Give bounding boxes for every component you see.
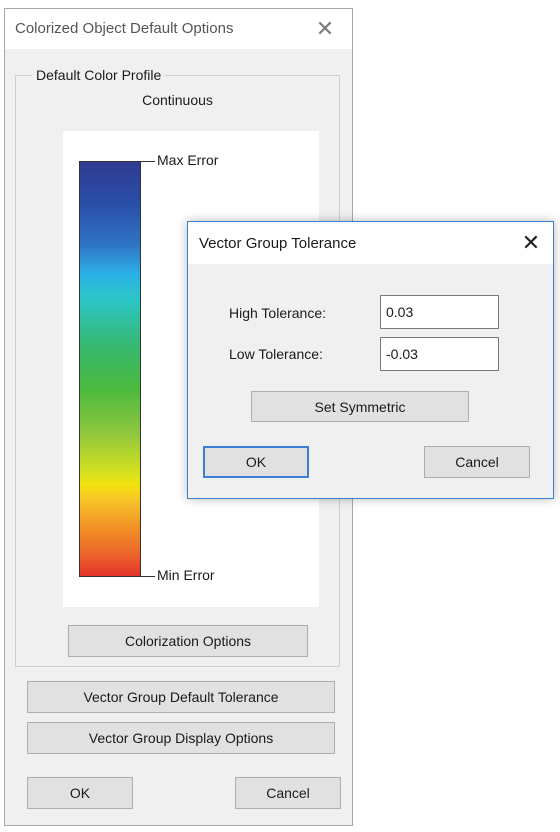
close-icon[interactable]: ✕: [311, 15, 339, 43]
main-window-title: Colorized Object Default Options: [15, 20, 234, 37]
low-tolerance-input[interactable]: [380, 337, 499, 371]
tolerance-titlebar[interactable]: Vector Group Tolerance ✕: [188, 222, 553, 264]
group-title: Default Color Profile: [32, 67, 166, 83]
min-error-label: Min Error: [157, 567, 215, 583]
high-tolerance-input[interactable]: [380, 295, 499, 329]
tolerance-ok-button[interactable]: OK: [203, 446, 309, 478]
min-tick: [141, 576, 155, 577]
tolerance-cancel-button[interactable]: Cancel: [424, 446, 530, 478]
vector-group-tolerance-dialog: Vector Group Tolerance ✕ High Tolerance:…: [187, 221, 554, 499]
color-gradient-bar: [79, 161, 141, 577]
max-error-label: Max Error: [157, 152, 219, 168]
vector-group-default-tolerance-button[interactable]: Vector Group Default Tolerance: [27, 681, 335, 713]
set-symmetric-button[interactable]: Set Symmetric: [251, 391, 469, 422]
tolerance-dialog-title: Vector Group Tolerance: [199, 235, 357, 252]
main-ok-button[interactable]: OK: [27, 777, 133, 809]
profile-mode-label: Continuous: [142, 92, 213, 108]
low-tolerance-label: Low Tolerance:: [229, 346, 323, 362]
vector-group-display-options-button[interactable]: Vector Group Display Options: [27, 722, 335, 754]
max-tick: [141, 161, 155, 162]
high-tolerance-label: High Tolerance:: [229, 305, 327, 321]
colorization-options-button[interactable]: Colorization Options: [68, 625, 308, 657]
main-titlebar[interactable]: Colorized Object Default Options ✕: [5, 9, 352, 49]
main-cancel-button[interactable]: Cancel: [235, 777, 341, 809]
close-icon[interactable]: ✕: [517, 229, 545, 257]
